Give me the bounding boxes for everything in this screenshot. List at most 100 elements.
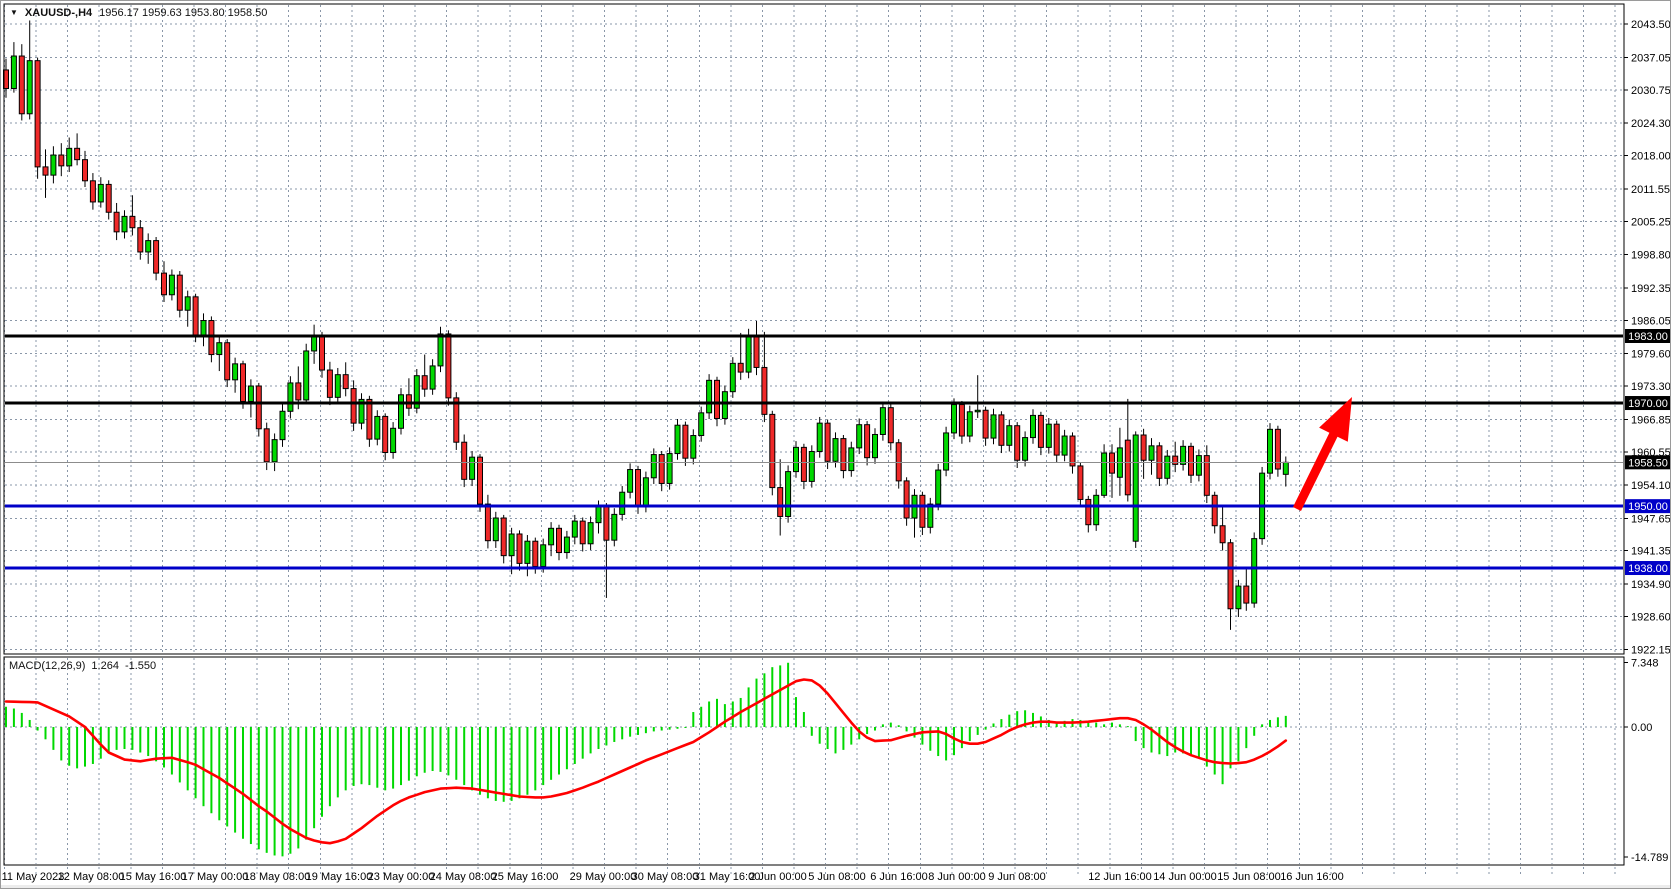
candle-bear: [43, 167, 48, 175]
chart-canvas[interactable]: 2043.502037.052030.752024.302018.002011.…: [1, 1, 1671, 889]
time-axis-label: 6 Jun 16:00: [870, 871, 928, 883]
candle-bear: [1141, 435, 1146, 460]
price-badge-label: 1958.50: [1628, 457, 1668, 469]
time-axis-label: 14 Jun 00:00: [1153, 871, 1217, 883]
candle-bear: [193, 297, 198, 335]
candle-bear: [59, 155, 64, 166]
candle-bear: [557, 528, 562, 552]
macd-histogram-bar: [503, 727, 505, 802]
candle-bull: [335, 375, 340, 398]
macd-histogram-bar: [76, 727, 78, 768]
macd-histogram-bar: [692, 712, 694, 727]
candle-bear: [1189, 446, 1194, 475]
candle-bull: [794, 447, 799, 471]
candle-bull: [525, 541, 530, 563]
time-axis-label: 30 May 08:00: [632, 871, 699, 883]
time-axis-label: 29 May 00:00: [570, 871, 637, 883]
macd-histogram-bar: [1119, 724, 1121, 727]
macd-histogram-bar: [242, 727, 244, 839]
candle-bull: [493, 518, 498, 541]
macd-histogram-bar: [337, 727, 339, 797]
macd-histogram-bar: [368, 727, 370, 785]
macd-histogram-bar: [5, 707, 7, 727]
candle-bull: [1133, 435, 1138, 541]
macd-histogram-bar: [550, 727, 552, 780]
candle-bull: [707, 380, 712, 412]
macd-histogram-bar: [392, 727, 394, 789]
macd-histogram-bar: [131, 727, 133, 750]
candle-bear: [296, 383, 301, 400]
price-tick-label: 2005.25: [1631, 216, 1671, 228]
candle-bear: [485, 504, 490, 541]
price-tick-label: 1922.15: [1631, 645, 1671, 657]
macd-tick-label: 7.348: [1631, 657, 1659, 669]
macd-histogram-bar: [1182, 727, 1184, 753]
macd-histogram-bar: [819, 727, 821, 744]
price-badge-label: 1938.00: [1628, 563, 1668, 575]
candle-bull: [98, 184, 103, 202]
candle-bull: [169, 275, 174, 295]
candle-bear: [1212, 495, 1217, 525]
candle-bull: [667, 454, 672, 484]
macd-histogram-bar: [898, 725, 900, 727]
macd-histogram-bar: [866, 727, 868, 734]
candle-bear: [422, 376, 427, 389]
time-axis-label: 17 May 00:00: [182, 871, 249, 883]
macd-histogram-bar: [361, 727, 363, 784]
macd-histogram-bar: [155, 727, 157, 761]
price-badge-label: 1970.00: [1628, 398, 1668, 410]
candle-bull: [572, 521, 577, 537]
candle-bull: [438, 334, 443, 366]
macd-histogram-bar: [479, 727, 481, 795]
symbol-dropdown-icon[interactable]: ▼: [10, 9, 18, 17]
macd-histogram-bar: [787, 663, 789, 727]
macd-histogram-bar: [566, 727, 568, 769]
macd-histogram-bar: [13, 709, 15, 727]
candle-bull: [643, 478, 648, 506]
candle-bull: [1023, 438, 1028, 461]
time-axis-label: 8 Jun 00:00: [928, 871, 986, 883]
candle-bear: [225, 343, 230, 380]
candle-bull: [1196, 456, 1201, 476]
macd-histogram-bar: [52, 727, 54, 750]
price-tick-label: 1998.80: [1631, 250, 1671, 262]
candle-bear: [896, 443, 901, 481]
candle-bear: [1173, 456, 1178, 464]
macd-histogram-bar: [171, 727, 173, 775]
macd-histogram-bar: [471, 727, 473, 790]
candle-bull: [146, 241, 151, 252]
macd-histogram-bar: [582, 727, 584, 759]
time-axis-label: 12 Jun 16:00: [1088, 871, 1152, 883]
price-tick-label: 1979.60: [1631, 349, 1671, 361]
candle-bull: [217, 343, 222, 355]
candle-bear: [999, 415, 1004, 445]
macd-histogram-bar: [297, 727, 299, 848]
time-axis-label: 11 May 2023: [2, 871, 65, 883]
macd-histogram-bar: [92, 727, 94, 764]
time-axis[interactable]: 11 May 202312 May 08:0015 May 16:0017 Ma…: [2, 871, 1344, 883]
candle-bear: [264, 429, 269, 462]
candle-bull: [746, 335, 751, 372]
macd-histogram-bar: [139, 727, 141, 753]
macd-histogram-bar: [542, 727, 544, 785]
macd-histogram-bar: [21, 713, 23, 727]
macd-histogram-bar: [274, 727, 276, 855]
macd-histogram-bar: [68, 727, 70, 766]
candle-bull: [391, 428, 396, 452]
macd-histogram-bar: [835, 727, 837, 753]
price-tick-label: 2018.00: [1631, 151, 1671, 163]
candle-bull: [272, 440, 277, 462]
macd-histogram-bar: [313, 727, 315, 828]
candle-bull: [288, 383, 293, 411]
candle-bear: [580, 521, 585, 544]
macd-histogram-bar: [108, 727, 110, 753]
price-tick-label: 1928.60: [1631, 611, 1671, 623]
trading-chart-window: 2043.502037.052030.752024.302018.002011.…: [0, 0, 1671, 889]
candle-bear: [256, 386, 261, 429]
time-axis-label: 25 May 16:00: [492, 871, 559, 883]
macd-histogram-bar: [1285, 716, 1287, 727]
macd-histogram-bar: [961, 727, 963, 748]
candle-bull: [1102, 453, 1107, 495]
candle-bear: [1125, 440, 1130, 495]
price-tick-label: 1966.85: [1631, 414, 1671, 426]
